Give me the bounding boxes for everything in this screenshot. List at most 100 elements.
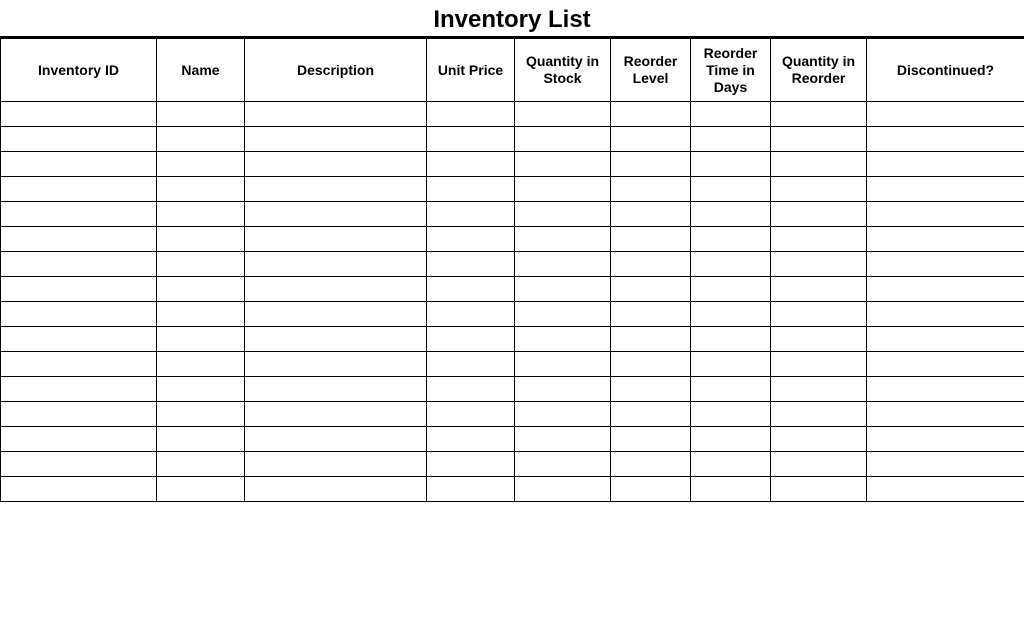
table-cell[interactable] xyxy=(245,327,427,352)
table-cell[interactable] xyxy=(515,402,611,427)
table-cell[interactable] xyxy=(427,102,515,127)
table-cell[interactable] xyxy=(515,477,611,502)
table-cell[interactable] xyxy=(157,227,245,252)
table-cell[interactable] xyxy=(771,152,867,177)
table-cell[interactable] xyxy=(427,477,515,502)
table-cell[interactable] xyxy=(611,377,691,402)
table-cell[interactable] xyxy=(157,302,245,327)
table-cell[interactable] xyxy=(1,227,157,252)
table-cell[interactable] xyxy=(1,427,157,452)
table-cell[interactable] xyxy=(611,402,691,427)
table-cell[interactable] xyxy=(867,227,1024,252)
table-cell[interactable] xyxy=(1,352,157,377)
table-cell[interactable] xyxy=(691,177,771,202)
table-cell[interactable] xyxy=(691,452,771,477)
table-cell[interactable] xyxy=(427,227,515,252)
table-cell[interactable] xyxy=(157,102,245,127)
table-cell[interactable] xyxy=(157,402,245,427)
table-cell[interactable] xyxy=(691,477,771,502)
table-cell[interactable] xyxy=(867,377,1024,402)
table-cell[interactable] xyxy=(691,302,771,327)
table-cell[interactable] xyxy=(1,102,157,127)
table-cell[interactable] xyxy=(771,352,867,377)
table-cell[interactable] xyxy=(157,277,245,302)
table-cell[interactable] xyxy=(1,152,157,177)
table-cell[interactable] xyxy=(691,127,771,152)
table-cell[interactable] xyxy=(157,452,245,477)
table-cell[interactable] xyxy=(771,427,867,452)
table-cell[interactable] xyxy=(245,127,427,152)
table-cell[interactable] xyxy=(245,402,427,427)
table-cell[interactable] xyxy=(691,427,771,452)
table-cell[interactable] xyxy=(245,102,427,127)
table-cell[interactable] xyxy=(867,252,1024,277)
table-cell[interactable] xyxy=(771,302,867,327)
table-cell[interactable] xyxy=(427,177,515,202)
table-cell[interactable] xyxy=(515,377,611,402)
table-cell[interactable] xyxy=(245,377,427,402)
table-cell[interactable] xyxy=(427,202,515,227)
table-cell[interactable] xyxy=(245,302,427,327)
table-cell[interactable] xyxy=(867,152,1024,177)
table-cell[interactable] xyxy=(691,277,771,302)
table-cell[interactable] xyxy=(245,227,427,252)
table-cell[interactable] xyxy=(771,102,867,127)
table-cell[interactable] xyxy=(1,277,157,302)
table-cell[interactable] xyxy=(867,302,1024,327)
table-cell[interactable] xyxy=(515,302,611,327)
table-cell[interactable] xyxy=(157,327,245,352)
table-cell[interactable] xyxy=(245,477,427,502)
table-cell[interactable] xyxy=(157,127,245,152)
table-cell[interactable] xyxy=(867,102,1024,127)
table-cell[interactable] xyxy=(867,452,1024,477)
table-cell[interactable] xyxy=(157,177,245,202)
table-cell[interactable] xyxy=(427,152,515,177)
table-cell[interactable] xyxy=(245,427,427,452)
table-cell[interactable] xyxy=(867,177,1024,202)
table-cell[interactable] xyxy=(867,477,1024,502)
table-cell[interactable] xyxy=(867,202,1024,227)
table-cell[interactable] xyxy=(611,127,691,152)
table-cell[interactable] xyxy=(691,202,771,227)
table-cell[interactable] xyxy=(157,202,245,227)
table-cell[interactable] xyxy=(515,127,611,152)
table-cell[interactable] xyxy=(515,152,611,177)
table-cell[interactable] xyxy=(867,402,1024,427)
table-cell[interactable] xyxy=(611,327,691,352)
table-cell[interactable] xyxy=(427,452,515,477)
table-cell[interactable] xyxy=(515,177,611,202)
table-cell[interactable] xyxy=(157,352,245,377)
table-cell[interactable] xyxy=(427,252,515,277)
table-cell[interactable] xyxy=(515,277,611,302)
table-cell[interactable] xyxy=(427,302,515,327)
table-cell[interactable] xyxy=(427,327,515,352)
table-cell[interactable] xyxy=(611,277,691,302)
table-cell[interactable] xyxy=(867,277,1024,302)
table-cell[interactable] xyxy=(245,252,427,277)
table-cell[interactable] xyxy=(515,252,611,277)
table-cell[interactable] xyxy=(611,352,691,377)
table-cell[interactable] xyxy=(771,202,867,227)
table-cell[interactable] xyxy=(245,177,427,202)
table-cell[interactable] xyxy=(1,327,157,352)
table-cell[interactable] xyxy=(771,477,867,502)
table-cell[interactable] xyxy=(611,252,691,277)
table-cell[interactable] xyxy=(427,352,515,377)
table-cell[interactable] xyxy=(771,227,867,252)
table-cell[interactable] xyxy=(771,452,867,477)
table-cell[interactable] xyxy=(245,202,427,227)
table-cell[interactable] xyxy=(515,452,611,477)
table-cell[interactable] xyxy=(691,327,771,352)
table-cell[interactable] xyxy=(771,402,867,427)
table-cell[interactable] xyxy=(1,127,157,152)
table-cell[interactable] xyxy=(611,427,691,452)
table-cell[interactable] xyxy=(1,402,157,427)
table-cell[interactable] xyxy=(245,352,427,377)
table-cell[interactable] xyxy=(611,477,691,502)
table-cell[interactable] xyxy=(691,252,771,277)
table-cell[interactable] xyxy=(691,402,771,427)
table-cell[interactable] xyxy=(157,427,245,452)
table-cell[interactable] xyxy=(771,327,867,352)
table-cell[interactable] xyxy=(771,377,867,402)
table-cell[interactable] xyxy=(427,127,515,152)
